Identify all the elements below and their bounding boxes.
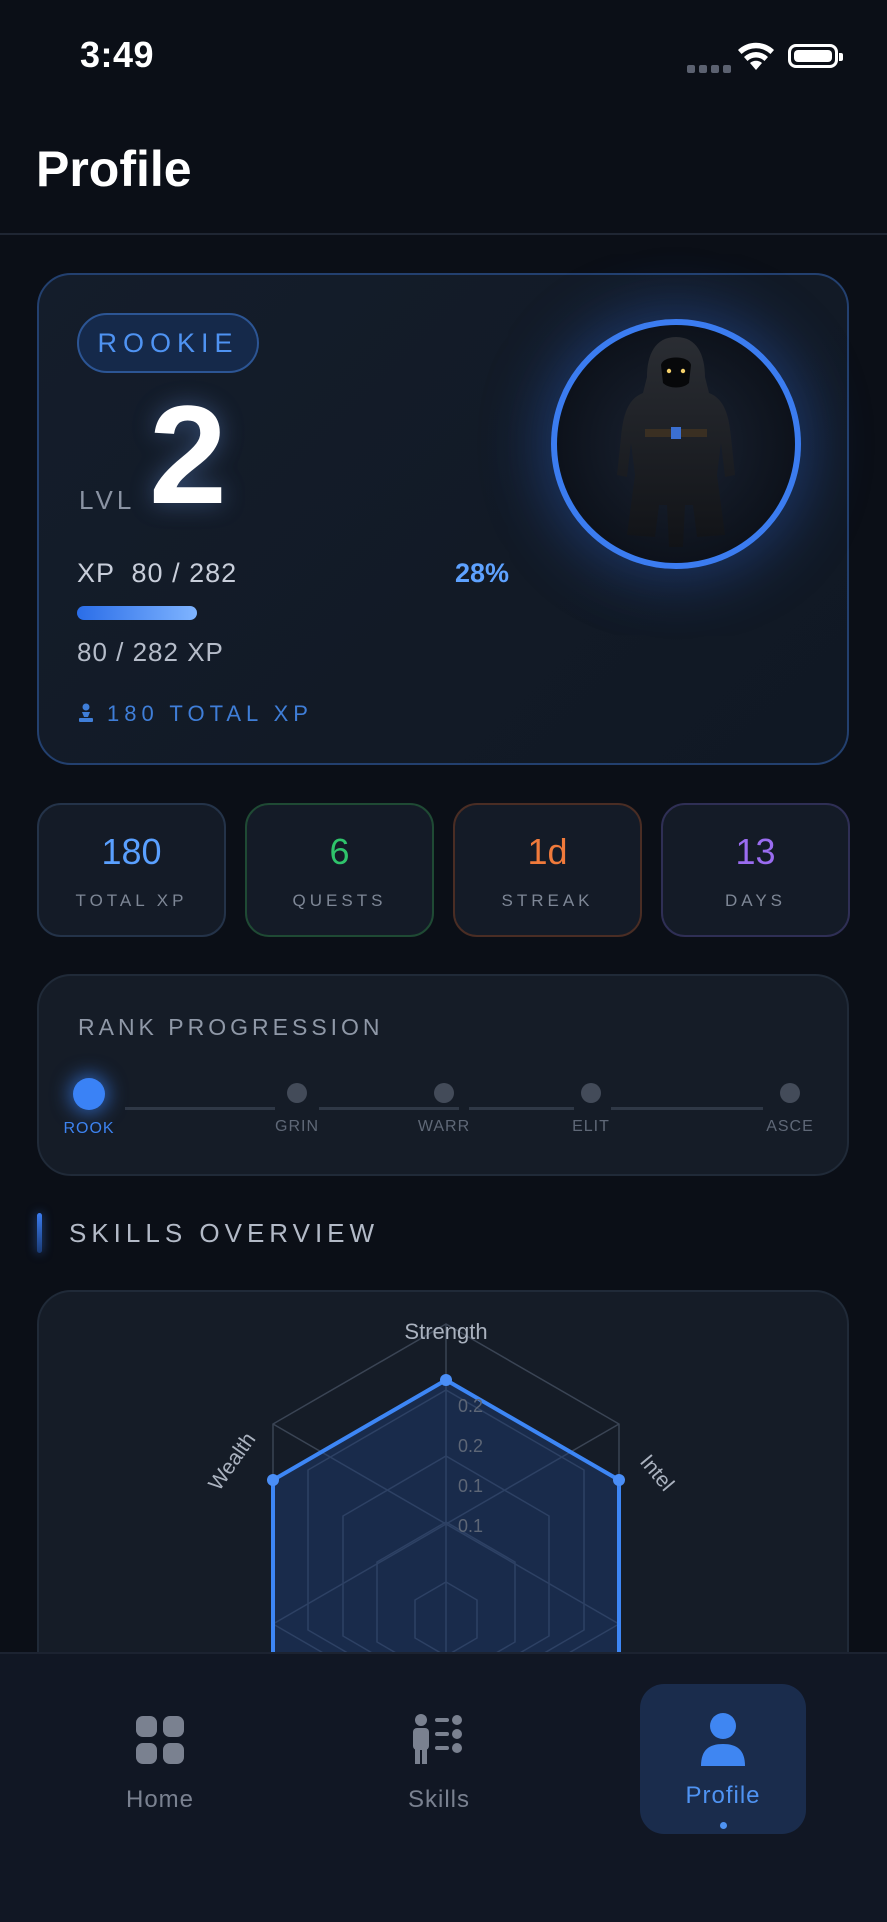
rank-progression-title: RANK PROGRESSION [78,1014,384,1040]
rank-connector [319,1107,459,1110]
rank-label-asce: ASCE [766,1118,814,1135]
stat-quests[interactable]: 6 QUESTS [245,803,434,937]
rank-dot-grin [287,1083,307,1103]
avatar[interactable] [551,319,801,569]
tab-skills[interactable]: Skills [356,1684,522,1834]
skills-overview-title: SKILLS OVERVIEW [69,1218,380,1248]
tab-label: Profile [685,1782,761,1809]
rank-badge: ROOKIE [77,313,259,373]
radar-point [613,1474,625,1486]
stat-value: 13 [735,831,776,872]
rank-progression-card: RANK PROGRESSION ROOK GRIN WARR ELIT ASC… [37,974,849,1176]
rank-dot-rook [73,1078,105,1110]
status-bar: 3:49 [0,0,887,110]
stat-value: 1d [527,831,568,872]
rank-dot-warr [434,1083,454,1103]
radar-ring-label: 0.2 [458,1396,483,1416]
tab-label: Home [125,1786,195,1813]
tab-bar: Home Skills Profile [0,1652,887,1922]
stat-value: 6 [329,831,350,872]
rank-label-rook: ROOK [63,1120,115,1137]
rank-connector [611,1107,763,1110]
active-tab-indicator [720,1822,727,1829]
stat-days[interactable]: 13 DAYS [661,803,850,937]
level-number: 2 [149,376,227,533]
xp-percent: 28% [455,558,510,588]
radar-area [271,1378,621,1690]
xp-progress-text: XP 80 / 282 [77,558,238,588]
stat-label: TOTAL XP [75,891,188,910]
hooded-figure-icon [617,337,735,547]
header-divider [0,233,887,235]
stat-streak[interactable]: 1d STREAK [453,803,642,937]
tab-home[interactable]: Home [77,1684,243,1834]
rank-dot-elit [581,1083,601,1103]
stat-value: 180 [101,831,162,872]
rank-connector [125,1107,275,1110]
rank-dot-asce [780,1083,800,1103]
radar-axis-label-intel: Intel [635,1450,678,1495]
skills-radar-card: Strength Intel Wealth 0.2 0.2 0.1 0.1 [37,1290,849,1690]
stat-total-xp[interactable]: 180 TOTAL XP [37,803,226,937]
total-xp-caption: 180 TOTAL XP [77,701,313,729]
person-icon [701,1713,745,1766]
radar-point [440,1374,452,1386]
stat-label: STREAK [501,891,594,910]
xp-subtext: 80 / 282 XP [77,637,224,667]
cellular-signal-icon [687,60,735,78]
status-time: 3:49 [80,34,155,75]
wifi-icon [738,42,774,70]
radar-ring-label: 0.2 [458,1436,483,1456]
xp-progress-bar [77,606,197,620]
radar-ring-label: 0.1 [458,1476,483,1496]
home-grid-icon [136,1716,184,1764]
battery-icon [788,44,843,68]
rank-label-elit: ELIT [572,1118,610,1135]
skills-list-icon [413,1714,462,1764]
stat-label: QUESTS [292,891,387,910]
tab-label: Skills [407,1786,470,1813]
radar-point [267,1474,279,1486]
profile-hero-card: ROOKIE LVL 2 XP 80 / 282 28% 80 / 282 XP… [37,273,849,765]
chess-pawn-icon [77,703,95,729]
radar-axis-label-wealth: Wealth [204,1428,260,1494]
rank-label-grin: GRIN [275,1118,319,1135]
stat-label: DAYS [724,891,787,910]
radar-ring-label: 0.1 [458,1516,483,1536]
section-accent-bar [37,1213,42,1253]
radar-axis-label-strength: Strength [404,1319,487,1344]
skills-radar-chart: Strength Intel Wealth 0.2 0.2 0.1 0.1 [204,1319,678,1690]
tab-profile[interactable]: Profile [640,1684,806,1834]
level-label: LVL [79,485,136,515]
total-xp-text: 180 TOTAL XP [107,701,313,726]
rank-connector [469,1107,574,1110]
rank-label-warr: WARR [417,1118,471,1135]
page-title: Profile [36,141,192,197]
